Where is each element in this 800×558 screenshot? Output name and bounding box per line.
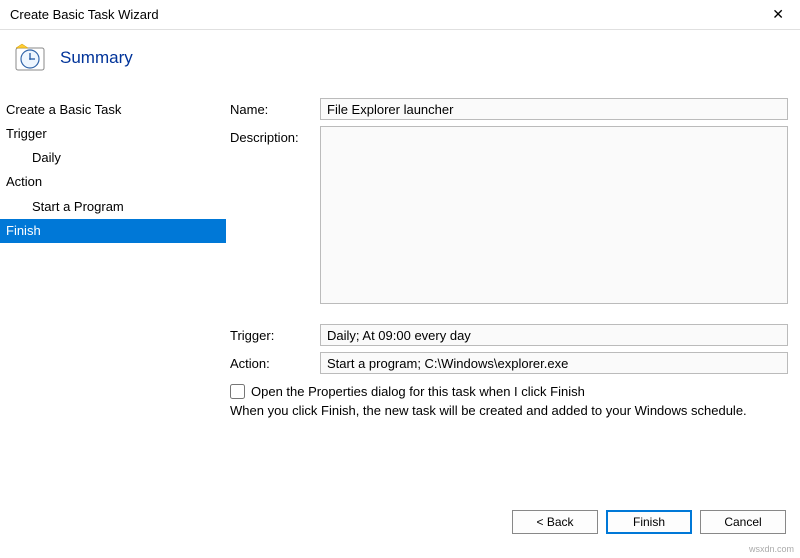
action-label: Action:: [230, 352, 320, 371]
step-trigger[interactable]: Trigger: [0, 122, 226, 146]
wizard-buttons: < Back Finish Cancel: [512, 510, 786, 534]
watermark: wsxdn.com: [749, 544, 794, 554]
open-properties-checkbox[interactable]: [230, 384, 245, 399]
cancel-button[interactable]: Cancel: [700, 510, 786, 534]
step-finish[interactable]: Finish: [0, 219, 226, 243]
step-start-program[interactable]: Start a Program: [0, 195, 226, 219]
step-daily[interactable]: Daily: [0, 146, 226, 170]
wizard-header: Summary: [0, 30, 800, 92]
step-action[interactable]: Action: [0, 170, 226, 194]
clock-icon: [14, 42, 46, 74]
name-label: Name:: [230, 98, 320, 117]
close-icon[interactable]: ✕: [766, 6, 790, 23]
wizard-steps-sidebar: Create a Basic Task Trigger Daily Action…: [0, 92, 226, 522]
finish-button[interactable]: Finish: [606, 510, 692, 534]
trigger-field[interactable]: [320, 324, 788, 346]
summary-form: Name: Description: Trigger: Action: Open…: [226, 92, 800, 522]
open-properties-label[interactable]: Open the Properties dialog for this task…: [251, 384, 585, 399]
wizard-content: Create a Basic Task Trigger Daily Action…: [0, 92, 800, 522]
back-button[interactable]: < Back: [512, 510, 598, 534]
finish-info-text: When you click Finish, the new task will…: [230, 403, 788, 418]
description-field[interactable]: [320, 126, 788, 304]
name-field[interactable]: [320, 98, 788, 120]
action-field[interactable]: [320, 352, 788, 374]
description-label: Description:: [230, 126, 320, 145]
page-title: Summary: [60, 48, 133, 68]
trigger-label: Trigger:: [230, 324, 320, 343]
step-create-basic-task[interactable]: Create a Basic Task: [0, 98, 226, 122]
window-title: Create Basic Task Wizard: [10, 7, 159, 22]
title-bar: Create Basic Task Wizard ✕: [0, 0, 800, 30]
